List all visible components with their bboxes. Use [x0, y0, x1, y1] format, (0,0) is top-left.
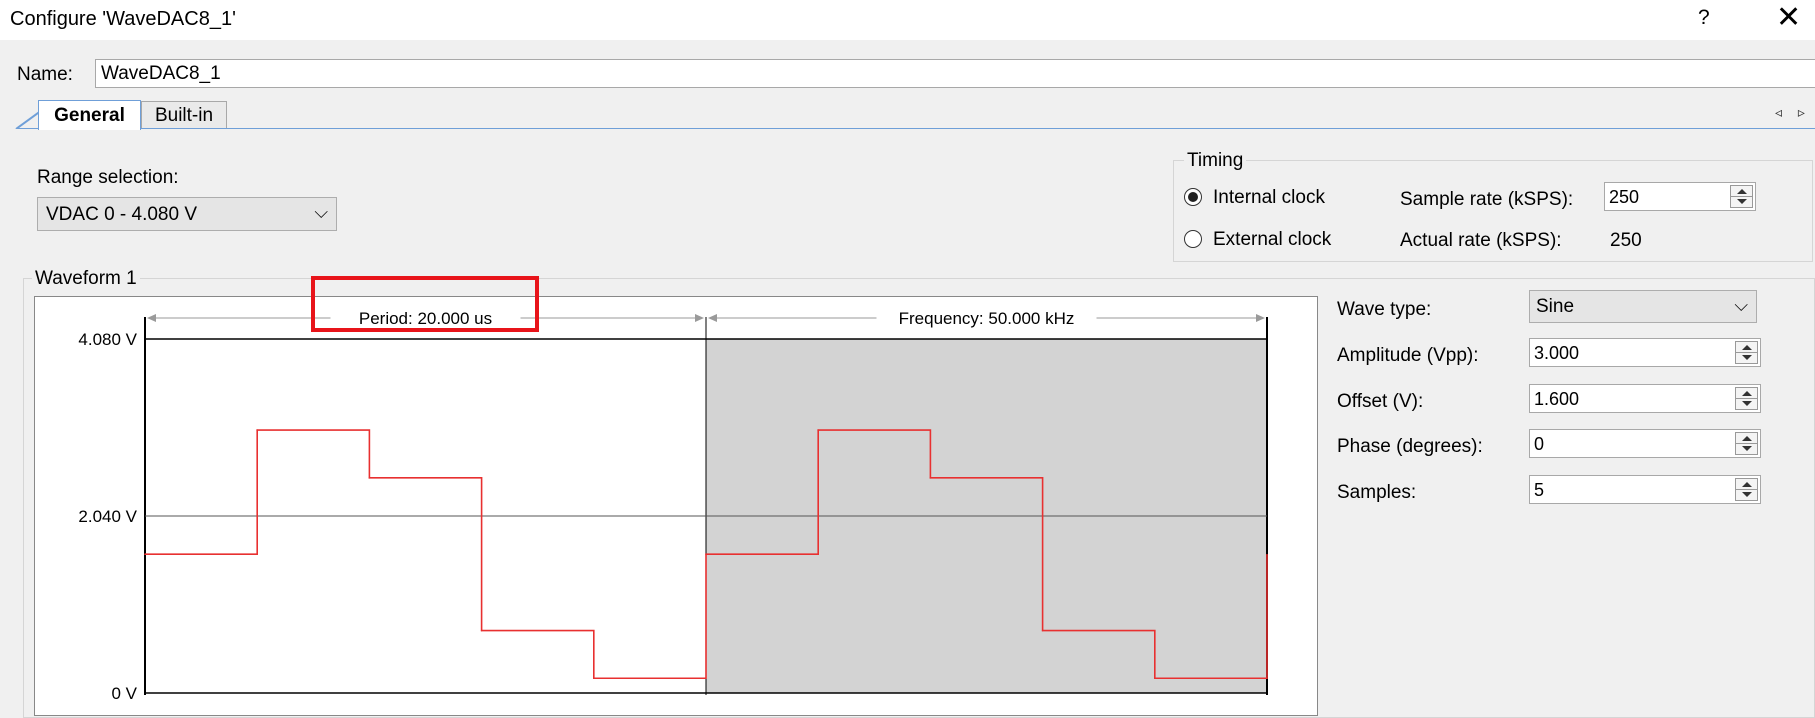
internal-clock-label: Internal clock [1213, 187, 1325, 208]
help-button[interactable]: ? [1698, 6, 1710, 30]
waveform-sample-point [593, 677, 595, 680]
chevron-down-icon: ⌵ [1734, 295, 1748, 315]
period-arrow-right [695, 314, 704, 322]
waveform-chart-svg: Period: 20.000 us Frequency: 50.000 kHz0 … [78, 306, 1268, 703]
sample-rate-stepper[interactable]: 250 [1604, 182, 1756, 211]
chevron-down-icon: ⌵ [314, 202, 328, 222]
period-arrow-left [147, 314, 156, 322]
title-bar: Configure 'WaveDAC8_1' ? ✕ [0, 0, 1815, 40]
offset-stepper[interactable]: 1.600 [1529, 384, 1761, 413]
tab-scroll-arrows[interactable]: ◃ ▹ [1775, 104, 1811, 121]
y-tick-label: 4.080 V [78, 330, 137, 349]
waveform-sample-point [1041, 629, 1044, 632]
waveform-sample-point [929, 477, 932, 479]
phase-label: Phase (degrees): [1337, 436, 1483, 457]
range-selection-label: Range selection: [37, 167, 179, 188]
frequency-arrow-right [1256, 314, 1265, 322]
waveform-sample-point [480, 629, 483, 632]
wave-type-label: Wave type: [1337, 299, 1432, 320]
wave-type-value: Sine [1536, 296, 1575, 317]
window-title: Configure 'WaveDAC8_1' [10, 8, 236, 30]
range-selection-dropdown[interactable]: VDAC 0 - 4.080 V ⌵ [37, 197, 337, 231]
external-clock-radio[interactable] [1184, 230, 1202, 248]
amplitude-value: 3.000 [1534, 343, 1580, 363]
waveform-sample-point [144, 553, 146, 555]
waveform-chart: Period: 20.000 us Frequency: 50.000 kHz 0 … [34, 296, 1318, 716]
waveform-sample-point [1154, 677, 1156, 680]
spin-buttons-icon[interactable] [1735, 432, 1758, 455]
spin-buttons-icon[interactable] [1735, 478, 1758, 501]
phase-value: 0 [1534, 434, 1545, 454]
name-input[interactable] [95, 59, 1815, 88]
frequency-label: Frequency: 50.000 kHz [899, 309, 1075, 328]
amplitude-stepper[interactable]: 3.000 [1529, 338, 1761, 367]
timing-group-title: Timing [1184, 150, 1247, 172]
range-selection-value: VDAC 0 - 4.080 V [46, 204, 198, 225]
spin-buttons-icon[interactable] [1735, 387, 1758, 410]
sample-rate-label: Sample rate (kSPS): [1400, 189, 1574, 210]
samples-stepper[interactable]: 5 [1529, 475, 1761, 504]
spin-buttons-icon[interactable] [1730, 185, 1753, 208]
internal-clock-radio[interactable] [1184, 188, 1202, 206]
frequency-arrow-left [708, 314, 717, 322]
sample-rate-value: 250 [1609, 187, 1640, 207]
waveform-sample-point [256, 429, 258, 431]
close-button[interactable]: ✕ [1776, 2, 1801, 34]
samples-value: 5 [1534, 480, 1545, 500]
wave-type-dropdown[interactable]: Sine ⌵ [1529, 290, 1757, 323]
phase-stepper[interactable]: 0 [1529, 429, 1761, 458]
period-highlight-box [311, 276, 539, 332]
tab-general[interactable]: General [38, 100, 141, 130]
y-tick-label: 0 V [111, 684, 137, 703]
waveform-sample-point [817, 429, 819, 431]
offset-label: Offset (V): [1337, 391, 1424, 412]
actual-rate-label: Actual rate (kSPS): [1400, 230, 1562, 251]
samples-label: Samples: [1337, 482, 1417, 503]
spin-buttons-icon[interactable] [1735, 341, 1758, 364]
tab-built-in[interactable]: Built-in [141, 101, 227, 128]
name-label: Name: [17, 64, 73, 85]
actual-rate-value: 250 [1610, 230, 1642, 251]
amplitude-label: Amplitude (Vpp): [1337, 345, 1479, 366]
external-clock-label: External clock [1213, 229, 1332, 250]
waveform-sample-point [705, 553, 707, 555]
waveform-group-title: Waveform 1 [32, 268, 140, 290]
y-tick-label: 2.040 V [78, 507, 137, 526]
offset-value: 1.600 [1534, 389, 1580, 409]
waveform-sample-point [368, 477, 371, 479]
